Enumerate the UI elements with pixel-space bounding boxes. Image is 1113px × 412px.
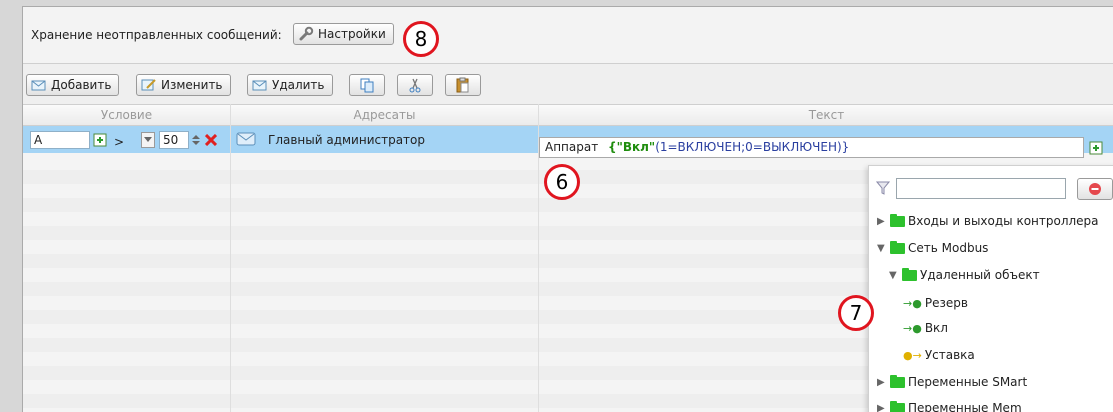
condition-variable-field[interactable]: A xyxy=(30,131,90,149)
storage-label: Хранение неотправленных сообщений: xyxy=(31,28,282,42)
variable-tree-popup: ▶ Входы и выходы контроллера ▼ Сеть Modb… xyxy=(868,165,1113,412)
tree-item-label: Вкл xyxy=(925,321,948,335)
tree-item-label: Переменные Mem xyxy=(908,401,1022,412)
delete-button-label: Удалить xyxy=(272,75,325,95)
add-button[interactable]: Добавить xyxy=(26,74,119,96)
tree-item-mem-variables[interactable]: ▶ Переменные Mem xyxy=(877,401,1022,412)
recipient-message-icon[interactable] xyxy=(235,130,257,148)
copy-icon xyxy=(360,78,374,93)
copy-button[interactable] xyxy=(349,74,385,96)
text-prefix: Аппарат xyxy=(545,140,598,154)
output-variable-icon: →● xyxy=(903,322,922,335)
variable-picker-icon[interactable] xyxy=(91,131,109,149)
caret-right-icon: ▶ xyxy=(877,377,887,388)
folder-icon xyxy=(890,243,905,254)
callout-7: 7 xyxy=(838,295,874,331)
edit-button[interactable]: Изменить xyxy=(136,74,231,96)
filter-icon xyxy=(875,180,891,196)
column-header-recipients[interactable]: Адресаты xyxy=(231,105,538,125)
tree-item-reserve[interactable]: →● Резерв xyxy=(903,296,968,310)
remove-condition-icon[interactable] xyxy=(203,131,219,149)
tree-item-label: Сеть Modbus xyxy=(908,241,988,255)
messages-panel: Хранение неотправленных сообщений: Настр… xyxy=(22,6,1113,412)
edit-icon xyxy=(141,78,157,92)
message-text-field[interactable]: Аппарат {"Вкл"(1=ВКЛЮЧЕН;0=ВЫКЛЮЧЕН)} xyxy=(539,137,1084,158)
operator-value: > xyxy=(114,135,124,149)
delete-button[interactable]: Удалить xyxy=(247,74,333,96)
caret-down-icon: ▼ xyxy=(889,270,899,281)
text-template-variable: {"Вкл" xyxy=(608,140,655,154)
edit-button-label: Изменить xyxy=(161,75,223,95)
tree-item-setpoint[interactable]: ●→ Уставка xyxy=(903,348,975,362)
column-header-text[interactable]: Текст xyxy=(539,105,1113,125)
paste-icon xyxy=(456,77,470,93)
folder-icon xyxy=(890,216,905,227)
add-button-label: Добавить xyxy=(51,75,111,95)
caret-down-icon: ▼ xyxy=(877,243,887,254)
clear-filter-button[interactable] xyxy=(1077,178,1113,200)
cut-button[interactable] xyxy=(397,74,433,96)
tree-item-remote-object[interactable]: ▼ Удаленный объект xyxy=(889,268,1040,282)
tree-item-label: Уставка xyxy=(925,348,975,362)
text-template-arguments: (1=ВКЛЮЧЕН;0=ВЫКЛЮЧЕН)} xyxy=(655,140,849,154)
storage-settings-row: Хранение неотправленных сообщений: Настр… xyxy=(23,7,1113,63)
condition-variable-value: A xyxy=(34,133,42,147)
toolbar: Добавить Изменить Удалить xyxy=(23,64,1113,104)
tree-item-controller-io[interactable]: ▶ Входы и выходы контроллера xyxy=(877,214,1099,228)
tree-item-label: Переменные SMart xyxy=(908,375,1027,389)
tree-item-modbus[interactable]: ▼ Сеть Modbus xyxy=(877,241,988,255)
delete-message-icon xyxy=(252,78,268,92)
callout-8: 8 xyxy=(403,21,439,57)
caret-right-icon: ▶ xyxy=(877,216,887,227)
tree-item-label: Удаленный объект xyxy=(920,268,1040,282)
output-variable-icon: →● xyxy=(903,297,922,310)
tree-item-smart-variables[interactable]: ▶ Переменные SMart xyxy=(877,375,1027,389)
add-message-icon xyxy=(31,78,47,92)
wrench-icon xyxy=(298,26,314,42)
grid-header: Условие Адресаты Текст xyxy=(23,104,1113,126)
paste-button[interactable] xyxy=(445,74,481,96)
stepper-arrows-icon xyxy=(192,134,200,146)
tree-item-label: Входы и выходы контроллера xyxy=(908,214,1099,228)
scissors-icon xyxy=(408,78,422,93)
tree-item-on[interactable]: →● Вкл xyxy=(903,321,948,335)
settings-button-label: Настройки xyxy=(318,24,386,44)
callout-6: 6 xyxy=(544,164,580,200)
insert-variable-icon[interactable] xyxy=(1087,139,1105,157)
folder-icon xyxy=(902,270,917,281)
tree-item-label: Резерв xyxy=(925,296,968,310)
column-divider xyxy=(230,104,231,412)
column-divider xyxy=(538,104,539,412)
recipient-label[interactable]: Главный администратор xyxy=(268,133,425,147)
minus-circle-icon xyxy=(1088,182,1102,196)
input-variable-icon: ●→ xyxy=(903,349,922,362)
operator-dropdown[interactable] xyxy=(141,132,155,148)
value-stepper[interactable] xyxy=(190,132,202,148)
condition-value: 50 xyxy=(163,133,178,147)
folder-icon xyxy=(890,377,905,388)
chevron-down-icon xyxy=(144,137,152,143)
settings-button[interactable]: Настройки xyxy=(293,23,394,45)
filter-input[interactable] xyxy=(896,178,1066,199)
condition-value-field[interactable]: 50 xyxy=(159,131,189,149)
column-header-condition[interactable]: Условие xyxy=(23,105,230,125)
